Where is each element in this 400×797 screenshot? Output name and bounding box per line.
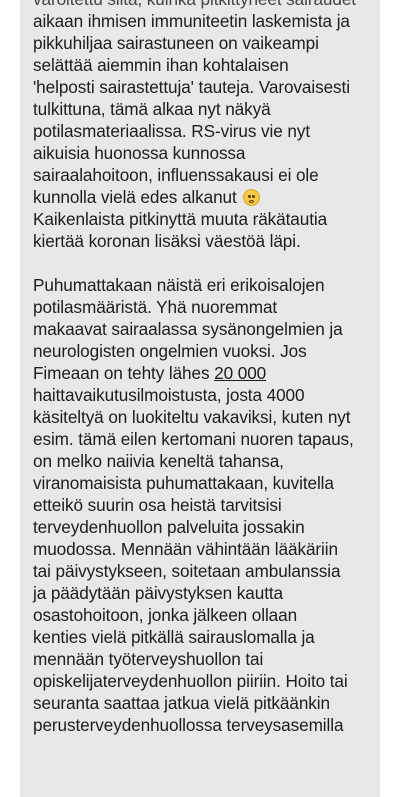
message-line: selättää aiemmin ihan kohtalaisen <box>33 55 289 75</box>
message-line: etteikö suurin osa heistä tarvitsisi <box>33 495 282 515</box>
message-line: seuranta saattaa jatkua vielä pitkäänkin <box>33 693 330 713</box>
message-line-cut-off: varoitettu siitä, kuinka pitkittyneet sa… <box>33 0 378 10</box>
message-line: sairaalahoitoon, influenssakausi ei ole <box>33 165 319 185</box>
message-line: mennään työterveyshuollon tai <box>33 649 264 669</box>
message-line: kiertää koronan lisäksi väestöä läpi. <box>33 231 301 251</box>
message-line: potilasmääristä. Yhä nuoremmat <box>33 297 278 317</box>
message-text: varoitettu siitä, kuinka pitkittyneet sa… <box>33 0 378 736</box>
message-line: opiskelijaterveydenhuollon piiriin. Hoit… <box>33 671 348 691</box>
message-line: tulkittuna, tämä alkaa nyt näkyä <box>33 99 271 119</box>
message-line: haittavaikutusilmoistusta, josta 4000 <box>33 385 305 405</box>
message-line: aikuisia huonossa kunnossa <box>33 143 246 163</box>
chat-screen: varoitettu siitä, kuinka pitkittyneet sa… <box>0 0 400 797</box>
message-line-with-emoji: kunnolla vielä edes alkanut <box>33 186 378 208</box>
message-line: esim. tämä eilen kertomani nuoren tapaus… <box>33 429 354 449</box>
message-line: makaavat sairaalassa sysänongelmien ja <box>33 319 343 339</box>
message-line: neurologisten ongelmien vuoksi. Jos <box>33 341 307 361</box>
message-line: pikkuhiljaa sairastuneen on vaikeampi <box>33 33 319 53</box>
message-line: kenties vielä pitkällä sairauslomalla ja <box>33 627 315 647</box>
message-line: käsiteltyä on luokiteltu vakaviksi, kute… <box>33 407 351 427</box>
message-line-with-link: Fimeaan on tehty lähes 20 000 <box>33 362 378 384</box>
message-line: perusterveydenhuollossa terveysasemilla <box>33 715 344 735</box>
message-line: on melko naiivia keneltä tahansa, <box>33 451 284 471</box>
message-line: aikaan ihmisen immuniteetin laskemista j… <box>33 11 350 31</box>
message-line: osastohoitoon, jonka jälkeen ollaan <box>33 605 298 625</box>
message-line: potilasmateriaalissa. RS-virus vie nyt <box>33 121 311 141</box>
message-line: muodossa. Mennään vähintään lääkäriin <box>33 539 338 559</box>
message-line: viranomaisista puhumattakaan, kuvitella <box>33 473 334 493</box>
message-line: Puhumattakaan näistä eri erikoisalojen <box>33 275 325 295</box>
message-line: tai päivystykseen, soitetaan ambulanssia <box>33 561 341 581</box>
number-link[interactable]: 20 000 <box>214 363 266 383</box>
message-line: 'helposti sairastettuja' tauteja. Varova… <box>33 77 350 97</box>
message-line: ja päädytään päivystyksen kautta <box>33 583 283 603</box>
message-line: Kaikenlaista pitkinyttä muuta räkätautia <box>33 209 328 229</box>
message-line-text: kunnolla vielä edes alkanut <box>33 187 237 207</box>
message-line-text: Fimeaan on tehty lähes <box>33 363 215 383</box>
flushed-face-emoji-icon <box>243 189 261 206</box>
message-line: terveydenhuollon palveluita jossakin <box>33 517 305 537</box>
